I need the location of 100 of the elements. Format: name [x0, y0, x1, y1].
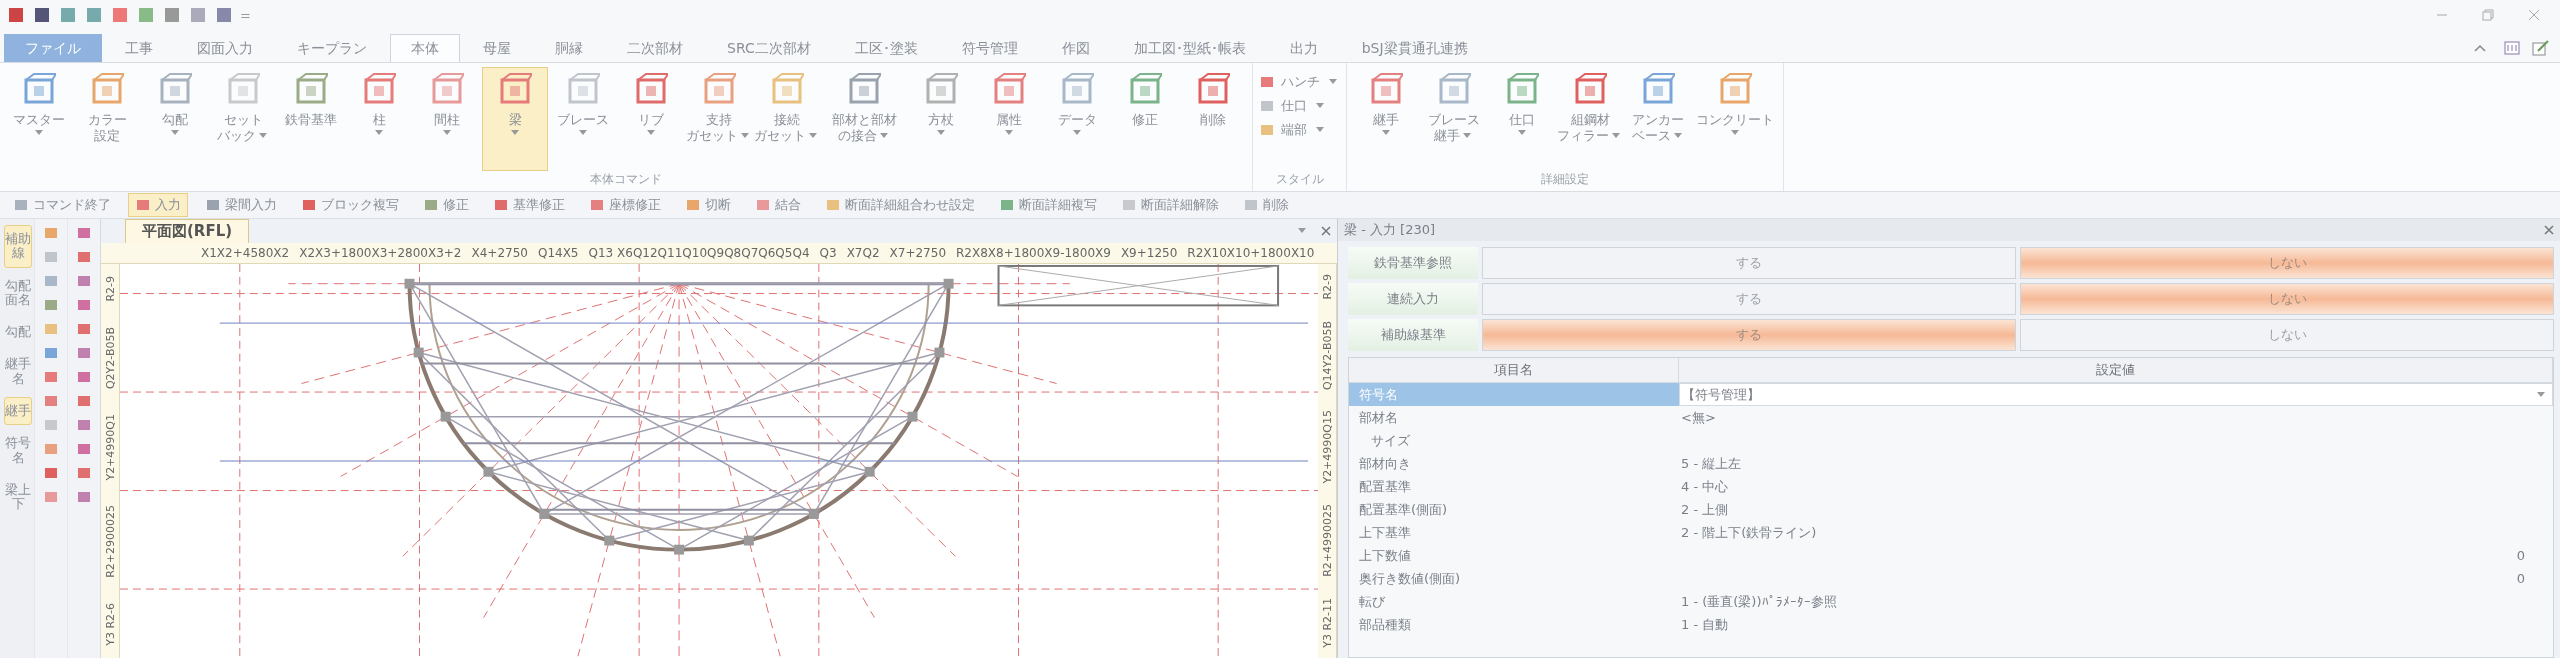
caret-icon[interactable]	[1518, 130, 1526, 136]
caret-icon[interactable]	[1316, 103, 1324, 109]
toolbar-icon[interactable]	[32, 5, 52, 25]
ribbon-tab[interactable]: 出力	[1268, 34, 1339, 62]
caret-icon[interactable]	[579, 130, 587, 136]
ribbon-button[interactable]: 梁	[482, 67, 548, 171]
side-tab[interactable]: 梁上下	[4, 475, 32, 519]
toolbar-icon[interactable]	[214, 5, 234, 25]
caret-icon[interactable]	[35, 130, 43, 136]
property-name[interactable]: 転び	[1349, 590, 1679, 613]
customize-toolbar[interactable]: =	[240, 7, 251, 23]
close-icon[interactable]	[2544, 225, 2554, 235]
side-tab[interactable]: 継手名	[4, 350, 32, 394]
command-button[interactable]: 梁間入力	[198, 193, 284, 217]
document-tab[interactable]: 平面図(RFL)	[125, 219, 250, 243]
caret-icon[interactable]	[1731, 130, 1739, 136]
ribbon-button[interactable]: リブ	[618, 67, 684, 171]
property-name[interactable]: 符号名	[1349, 383, 1679, 406]
caret-icon[interactable]	[2537, 391, 2545, 398]
ribbon-tab[interactable]: 作図	[1040, 34, 1111, 62]
ribbon-button[interactable]: 支持 ガセット	[686, 67, 752, 171]
caret-icon[interactable]	[741, 133, 749, 139]
property-name[interactable]: 上下基準	[1349, 521, 1679, 544]
ribbon-button[interactable]: ブレース	[550, 67, 616, 171]
ribbon-tab[interactable]: 図面入力	[176, 34, 274, 62]
edit-icon[interactable]	[2532, 40, 2550, 56]
ribbon-button[interactable]: セット バック	[210, 67, 276, 171]
toolbar-icon[interactable]	[6, 5, 26, 25]
option-button[interactable]: する	[1482, 247, 2016, 279]
option-button[interactable]: しない	[2020, 283, 2554, 315]
property-name[interactable]: 部材向き	[1349, 452, 1679, 475]
ribbon-button[interactable]: 属性	[976, 67, 1042, 171]
property-name[interactable]: 配置基準	[1349, 475, 1679, 498]
caret-icon[interactable]	[1298, 228, 1306, 234]
ribbon-button[interactable]: コンクリート	[1693, 67, 1777, 171]
ribbon-tab[interactable]: SRC二次部材	[706, 34, 832, 62]
ribbon-tab[interactable]: 工区･塗装	[833, 34, 939, 62]
command-button[interactable]: 修正	[416, 193, 476, 217]
chevron-up-icon[interactable]	[2474, 43, 2486, 53]
command-button[interactable]: 断面詳細複写	[992, 193, 1104, 217]
ribbon-tab[interactable]: 加工図･型紙･帳表	[1112, 34, 1267, 62]
ribbon-tab[interactable]: 母屋	[462, 34, 532, 62]
caret-icon[interactable]	[1463, 133, 1471, 139]
close-icon[interactable]	[1321, 226, 1331, 236]
side-tab[interactable]: 補助線	[4, 225, 32, 268]
command-button[interactable]: 入力	[128, 193, 188, 217]
caret-icon[interactable]	[443, 130, 451, 136]
command-button[interactable]: 断面詳細組合わせ設定	[818, 193, 982, 217]
property-dropdown[interactable]: 【符号管理】	[1679, 383, 2553, 406]
file-tab[interactable]: ファイル	[4, 34, 102, 62]
side-tab[interactable]: 勾配	[4, 318, 32, 347]
option-button[interactable]: しない	[2020, 247, 2554, 279]
ribbon-tab[interactable]: キープラン	[276, 34, 388, 62]
ribbon-button[interactable]: 継手	[1353, 67, 1419, 171]
caret-icon[interactable]	[258, 133, 267, 139]
ribbon-button[interactable]: カラー 設定	[74, 67, 140, 171]
command-button[interactable]: ブロック複写	[294, 193, 406, 217]
ribbon-button[interactable]: ブレース 継手	[1421, 67, 1487, 171]
ribbon-button[interactable]: データ	[1044, 67, 1110, 171]
ribbon-button[interactable]: 仕口	[1489, 67, 1555, 171]
ribbon-button[interactable]: 柱	[346, 67, 412, 171]
ribbon-button[interactable]: 接続 ガセット	[754, 67, 820, 171]
property-name[interactable]: 上下数値	[1349, 544, 1679, 567]
option-button[interactable]: する	[1482, 283, 2016, 315]
side-tab[interactable]: 継手	[4, 397, 32, 426]
command-button[interactable]: コマンド終了	[6, 193, 118, 217]
ribbon-button[interactable]: 削除	[1180, 67, 1246, 171]
caret-icon[interactable]	[647, 130, 655, 136]
ribbon-button[interactable]: アンカー ベース	[1625, 67, 1691, 171]
ribbon-button[interactable]: 端部	[1259, 121, 1340, 139]
property-name[interactable]: 配置基準(側面)	[1349, 498, 1679, 521]
ribbon-tab[interactable]: 胴縁	[534, 34, 604, 62]
ribbon-button[interactable]: 部材と部材 の接合	[822, 67, 906, 171]
caret-icon[interactable]	[1673, 133, 1682, 139]
property-name[interactable]: 部材名	[1349, 406, 1679, 429]
ribbon-button[interactable]: マスター	[6, 67, 72, 171]
ribbon-tab[interactable]: 工事	[104, 34, 174, 62]
caret-icon[interactable]	[511, 130, 519, 136]
caret-icon[interactable]	[937, 130, 945, 136]
command-button[interactable]: 基準修正	[486, 193, 572, 217]
property-name[interactable]: 部品種類	[1349, 613, 1679, 636]
ribbon-button[interactable]: ハンチ	[1259, 73, 1340, 91]
close-icon[interactable]	[2528, 9, 2540, 21]
ribbon-button[interactable]: 方杖	[908, 67, 974, 171]
caret-icon[interactable]	[1073, 130, 1081, 136]
ribbon-button[interactable]: 勾配	[142, 67, 208, 171]
ribbon-tab[interactable]: bSJ梁貫通孔連携	[1340, 34, 1489, 62]
command-button[interactable]: 削除	[1236, 193, 1296, 217]
property-name[interactable]: 奥行き数値(側面)	[1349, 567, 1679, 590]
caret-icon[interactable]	[809, 133, 817, 139]
ribbon-button[interactable]: 修正	[1112, 67, 1178, 171]
caret-icon[interactable]	[375, 130, 383, 136]
side-tab[interactable]: 勾配面名	[4, 271, 32, 315]
caret-icon[interactable]	[879, 133, 888, 139]
command-button[interactable]: 結合	[748, 193, 808, 217]
caret-icon[interactable]	[1329, 79, 1337, 85]
caret-icon[interactable]	[1612, 133, 1620, 139]
ribbon-button[interactable]: 鉄骨基準	[278, 67, 344, 171]
side-tab[interactable]: 符号名	[4, 429, 32, 472]
property-name[interactable]: サイズ	[1349, 429, 1679, 452]
